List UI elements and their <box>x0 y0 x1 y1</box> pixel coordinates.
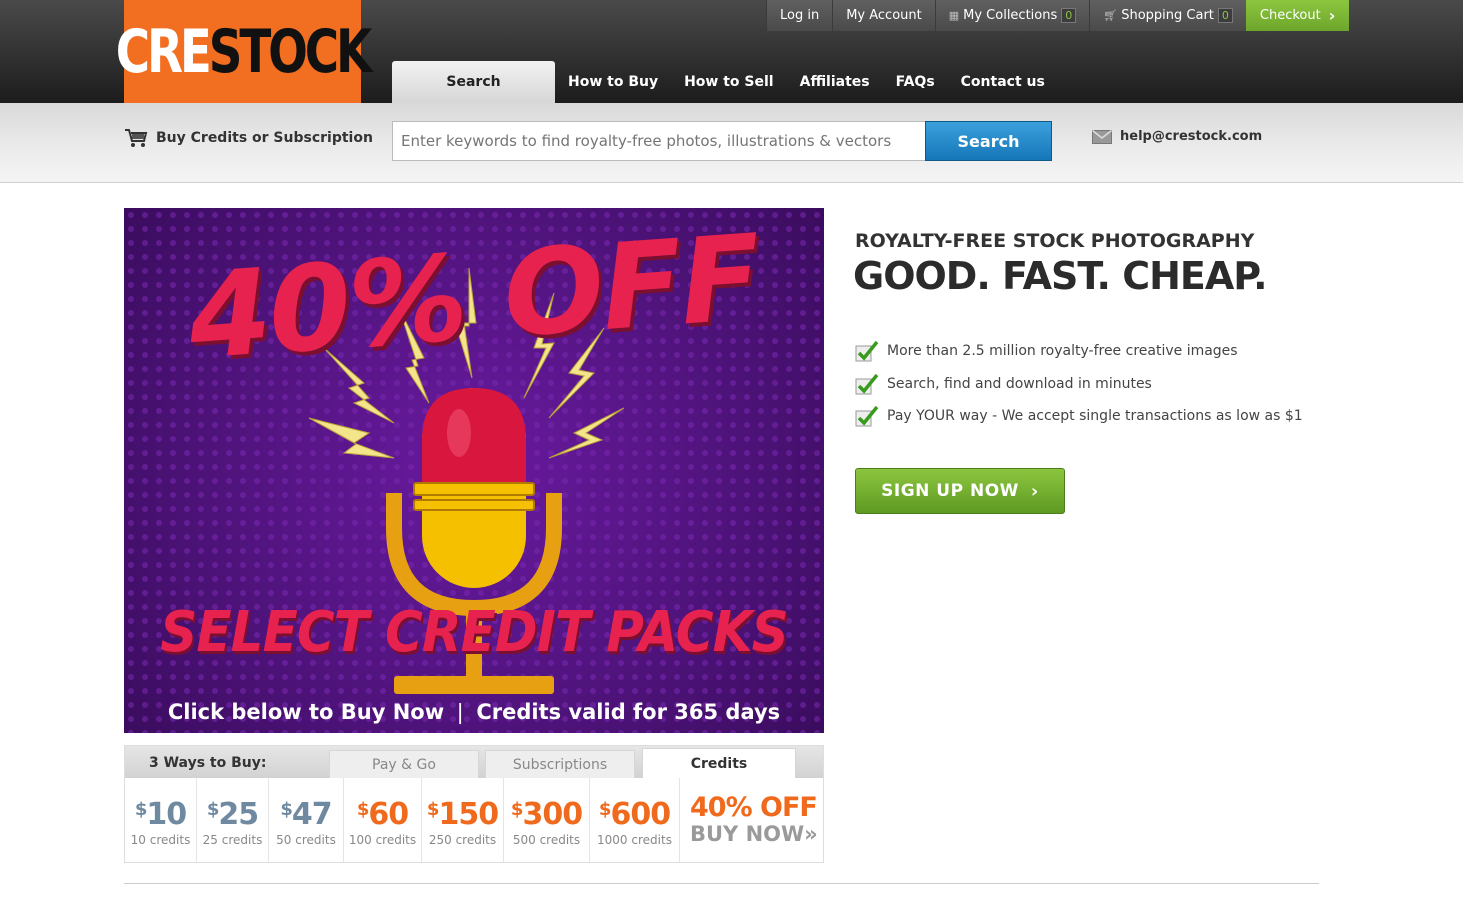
login-link[interactable]: Log in <box>766 0 833 31</box>
credit-packs: $10 10 credits $25 25 credits $47 50 cre… <box>125 778 823 862</box>
price-credits: 1000 credits <box>597 833 672 847</box>
feature-list: More than 2.5 million royalty-free creat… <box>855 335 1303 433</box>
banner-subline: SELECT CREDIT PACKS <box>160 600 789 665</box>
logo-part-stock: STOCK <box>208 16 373 87</box>
account-bar: Log in My Account ▦ My Collections 0 🛒︎ … <box>766 0 1350 31</box>
checkmark-icon <box>855 341 879 362</box>
shopping-cart-link[interactable]: 🛒︎ Shopping Cart 0 <box>1089 0 1246 31</box>
sign-up-button[interactable]: SIGN UP NOW › <box>855 468 1065 514</box>
cart-icon <box>125 129 148 147</box>
price-currency: $ <box>134 799 147 820</box>
feature-text: Search, find and download in minutes <box>887 375 1152 392</box>
checkout-label: Checkout <box>1259 8 1321 23</box>
my-account-label: My Account <box>846 8 922 23</box>
banner-footer: Click below to Buy Now ❘ Credits valid f… <box>167 700 781 724</box>
price-credits: 250 credits <box>428 833 497 847</box>
price-currency: $ <box>206 799 219 820</box>
nav-tab-search-label: Search <box>446 74 501 90</box>
price-amount: 300 <box>522 797 583 832</box>
nav-item-affiliates[interactable]: Affiliates <box>787 61 883 103</box>
main-nav: Search How to Buy How to Sell Affiliates… <box>392 61 1058 103</box>
credit-pack-300[interactable]: $300 500 credits <box>504 778 590 862</box>
deal-off-label: 40% OFF <box>690 792 818 823</box>
price-currency: $ <box>280 799 292 820</box>
price-currency: $ <box>426 799 439 820</box>
footer-divider <box>124 883 1319 884</box>
price-currency: $ <box>356 799 369 820</box>
help-email-link[interactable]: help@crestock.com <box>1092 129 1262 144</box>
price-credits: 25 credits <box>202 833 263 847</box>
my-collections-link[interactable]: ▦ My Collections 0 <box>934 0 1090 31</box>
price-credits: 10 credits <box>130 833 191 847</box>
price-credits: 100 credits <box>348 833 417 847</box>
search-input[interactable] <box>392 121 926 161</box>
price-amount: 47 <box>291 797 333 832</box>
search-button[interactable]: Search <box>925 121 1052 161</box>
logo-part-cre: CRE <box>115 16 212 87</box>
chevron-right-icon: › <box>1328 6 1336 25</box>
credit-pack-600[interactable]: $600 1000 credits <box>590 778 680 862</box>
credit-pack-25[interactable]: $25 25 credits <box>197 778 269 862</box>
price-currency: $ <box>598 799 611 820</box>
credit-pack-60[interactable]: $60 100 credits <box>344 778 422 862</box>
nav-item-how-to-sell[interactable]: How to Sell <box>671 61 787 103</box>
buy-credits-label: Buy Credits or Subscription <box>156 130 373 146</box>
nav-item-how-to-buy[interactable]: How to Buy <box>555 61 671 103</box>
price-amount: 150 <box>438 797 499 832</box>
chevron-right-icon: › <box>1030 480 1039 502</box>
feature-item: Search, find and download in minutes <box>855 368 1303 401</box>
price-amount: 25 <box>218 797 259 832</box>
search-button-label: Search <box>957 131 1020 151</box>
feature-text: Pay YOUR way - We accept single transact… <box>887 408 1303 425</box>
my-account-link[interactable]: My Account <box>832 0 935 31</box>
price-amount: 60 <box>368 797 409 832</box>
feature-item: More than 2.5 million royalty-free creat… <box>855 335 1303 368</box>
my-collections-label: My Collections <box>963 8 1058 23</box>
login-label: Log in <box>780 8 820 23</box>
credit-pack-150[interactable]: $150 250 credits <box>422 778 504 862</box>
site-header: CRESTOCK Log in My Account ▦ My Collecti… <box>0 0 1463 103</box>
price-amount: 600 <box>610 797 671 832</box>
search-band: Buy Credits or Subscription Search help@… <box>0 103 1463 183</box>
checkmark-icon <box>855 406 879 427</box>
deal-buy-label: BUY NOW <box>690 822 805 846</box>
ways-tabs: 3 Ways to Buy: Pay & Go Subscriptions Cr… <box>125 746 823 778</box>
shopping-cart-icon: 🛒︎ <box>1103 9 1118 22</box>
promo-banner[interactable]: 40% OFF SELECT CREDIT PACKS Click below … <box>124 208 824 733</box>
tab-pay-and-go[interactable]: Pay & Go <box>329 750 479 778</box>
nav-tab-search[interactable]: Search <box>392 61 555 103</box>
ways-to-buy: 3 Ways to Buy: Pay & Go Subscriptions Cr… <box>124 745 824 863</box>
mail-icon <box>1092 129 1112 144</box>
deal-buy-now[interactable]: 40% OFF BUY NOW» <box>680 778 823 862</box>
price-credits: 50 credits <box>276 833 336 847</box>
pitch-subtitle: ROYALTY-FREE STOCK PHOTOGRAPHY <box>855 230 1255 252</box>
feature-text: More than 2.5 million royalty-free creat… <box>887 343 1238 360</box>
ways-label: 3 Ways to Buy: <box>149 755 267 771</box>
collections-count: 0 <box>1061 8 1077 23</box>
nav-item-faqs[interactable]: FAQs <box>883 61 948 103</box>
crestock-logo[interactable]: CRESTOCK <box>116 0 372 103</box>
feature-item: Pay YOUR way - We accept single transact… <box>855 400 1303 433</box>
nav-item-contact-us[interactable]: Contact us <box>948 61 1058 103</box>
sign-up-label: SIGN UP NOW <box>881 481 1019 501</box>
price-currency: $ <box>510 799 523 820</box>
price-credits: 500 credits <box>512 833 581 847</box>
collections-icon: ▦ <box>948 9 960 22</box>
help-email: help@crestock.com <box>1120 129 1263 144</box>
credit-pack-10[interactable]: $10 10 credits <box>125 778 197 862</box>
price-amount: 10 <box>146 797 187 832</box>
credit-pack-47[interactable]: $47 50 credits <box>269 778 344 862</box>
pitch-headline: GOOD. FAST. CHEAP. <box>853 254 1268 298</box>
checkout-button[interactable]: Checkout › <box>1245 0 1350 31</box>
double-chevron-icon: » <box>804 822 818 846</box>
cart-count: 0 <box>1217 8 1233 23</box>
tab-subscriptions[interactable]: Subscriptions <box>485 750 635 778</box>
checkmark-icon <box>855 373 879 395</box>
buy-credits-link[interactable]: Buy Credits or Subscription <box>124 127 373 149</box>
shopping-cart-label: Shopping Cart <box>1121 8 1214 23</box>
tab-credits[interactable]: Credits <box>642 748 796 778</box>
